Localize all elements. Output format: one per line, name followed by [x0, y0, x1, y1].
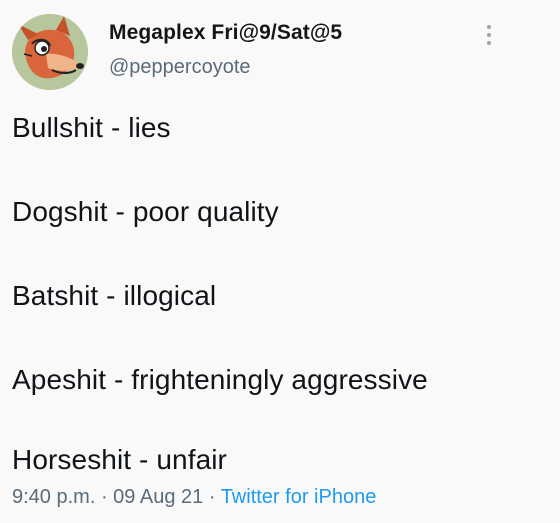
- tweet-text-line: Batshit - illogical: [12, 280, 217, 311]
- coyote-avatar-icon: [12, 14, 88, 90]
- tweet-source-link[interactable]: Twitter for iPhone: [221, 486, 377, 508]
- tweet-text-line: Horseshit - unfair: [12, 444, 227, 475]
- more-dot: [487, 25, 491, 29]
- tweet-metadata: 9:40 p.m. · 09 Aug 21 · Twitter for iPho…: [12, 486, 376, 509]
- user-handle[interactable]: @peppercoyote: [109, 56, 251, 79]
- meta-separator: ·: [95, 486, 114, 508]
- tweet-text-line: Dogshit - poor quality: [12, 196, 279, 227]
- avatar[interactable]: [12, 14, 88, 90]
- tweet-card: Megaplex Fri@9/Sat@5 @peppercoyote Bulls…: [0, 0, 560, 523]
- more-dot: [487, 33, 491, 37]
- tweet-date[interactable]: 09 Aug 21: [113, 486, 203, 508]
- tweet-time[interactable]: 9:40 p.m.: [12, 486, 95, 508]
- tweet-text-line: Apeshit - frighteningly aggressive: [12, 364, 428, 395]
- meta-separator: ·: [203, 486, 221, 508]
- display-name[interactable]: Megaplex Fri@9/Sat@5: [109, 21, 342, 45]
- more-dot: [487, 41, 491, 45]
- more-options-icon[interactable]: [478, 20, 500, 50]
- tweet-text-line: Bullshit - lies: [12, 112, 171, 143]
